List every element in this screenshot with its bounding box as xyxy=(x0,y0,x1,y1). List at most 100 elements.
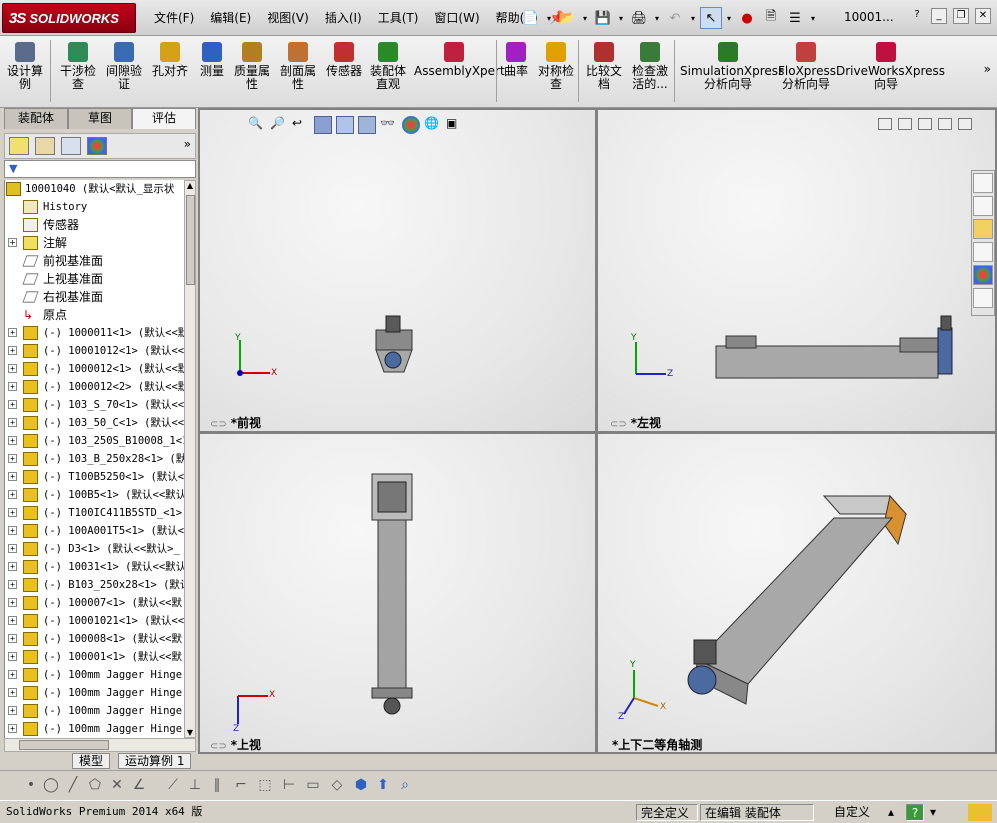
tree-horizontal-scrollbar[interactable] xyxy=(4,738,196,752)
floxpress-button[interactable]: FloXpress 分析向导 xyxy=(778,42,836,91)
tab-motion-study[interactable]: 运动算例 1 xyxy=(118,753,192,769)
assemblyxpert-button[interactable]: AssemblyXpert xyxy=(414,42,505,78)
solidworks-resources-icon[interactable] xyxy=(973,173,993,193)
compare-button[interactable]: 比较文 档 xyxy=(584,42,624,91)
tree-root[interactable]: 10001040 (默认<默认_显示状 xyxy=(5,180,184,198)
move-component-icon[interactable]: ⬆ xyxy=(374,776,392,794)
options-icon[interactable]: ☰ xyxy=(784,7,806,29)
tree-item[interactable]: ↳ 原点 xyxy=(5,306,184,324)
corner-icon[interactable]: ⌐ xyxy=(232,776,250,794)
tab-model[interactable]: 模型 xyxy=(72,753,111,769)
interference-check-button[interactable]: 干涉检 查 xyxy=(58,42,98,91)
circle-icon[interactable]: ◯ xyxy=(42,776,60,794)
tree-item[interactable]: + (-) 100A001T5<1> (默认< xyxy=(5,522,184,540)
assembly-visual-button[interactable]: 装配体 直观 xyxy=(368,42,408,91)
tree-item[interactable]: + (-) 1000012<2> (默认<<默 xyxy=(5,378,184,396)
design-library-icon[interactable] xyxy=(973,196,993,216)
line-icon[interactable]: ╱ xyxy=(64,776,82,794)
options-dropdown[interactable]: ▾ xyxy=(808,14,818,23)
point-icon[interactable]: • xyxy=(22,776,40,794)
tree-item[interactable]: History xyxy=(5,198,184,216)
tree-item[interactable]: + (-) B103_250x28<1> (默认 xyxy=(5,576,184,594)
tree-item[interactable]: 上视基准面 xyxy=(5,270,184,288)
open-dropdown[interactable]: ▾ xyxy=(580,14,590,23)
expand-toggle[interactable]: + xyxy=(8,238,17,247)
link-views-icon[interactable]: ⊂⊃ xyxy=(610,419,627,430)
expand-toggle[interactable]: + xyxy=(8,346,17,355)
tree-item[interactable]: + (-) 1000012<1> (默认<<默 xyxy=(5,360,184,378)
minimize-button[interactable]: _ xyxy=(931,8,947,24)
tree-item[interactable]: + (-) T100B5250<1> (默认< xyxy=(5,468,184,486)
expand-toggle[interactable]: + xyxy=(8,490,17,499)
clearance-button[interactable]: 间隙验 证 xyxy=(104,42,144,91)
appearances-scenes-icon[interactable] xyxy=(973,265,993,285)
tree-item[interactable]: 传感器 xyxy=(5,216,184,234)
tree-item[interactable]: + (-) 103_50_C<1> (默认<< xyxy=(5,414,184,432)
tree-item[interactable]: + (-) 100mm Jagger Hinge xyxy=(5,666,184,684)
polygon-icon[interactable]: ⬠ xyxy=(86,776,104,794)
file-explorer-icon[interactable] xyxy=(973,219,993,239)
select-pointer-icon[interactable]: ↖ xyxy=(700,7,722,29)
expand-toggle[interactable]: + xyxy=(8,634,17,643)
expand-toggle[interactable]: + xyxy=(8,562,17,571)
design-study-button[interactable]: 设计算 例 xyxy=(6,42,44,91)
tree-item[interactable]: + (-) 10031<1> (默认<<默认 xyxy=(5,558,184,576)
tree-item[interactable]: + (-) 100mm Jagger Hinge xyxy=(5,720,184,738)
expand-toggle[interactable]: + xyxy=(8,724,17,733)
expand-toggle[interactable]: + xyxy=(8,616,17,625)
scroll-up-arrow[interactable]: ▲ xyxy=(185,181,195,190)
expand-toggle[interactable]: + xyxy=(8,454,17,463)
save-icon[interactable]: 💾 xyxy=(592,7,614,29)
plane-sketch-icon[interactable]: ◇ xyxy=(328,776,346,794)
link-views-icon[interactable]: ⊂⊃ xyxy=(210,419,227,430)
expand-toggle[interactable]: + xyxy=(8,688,17,697)
tree-item[interactable]: + (-) 10001021<1> (默认<< xyxy=(5,612,184,630)
viewport-minimize-icon[interactable] xyxy=(918,118,932,130)
tree-item[interactable]: + (-) 100001<1> (默认<<默 xyxy=(5,648,184,666)
simulationxpress-button[interactable]: SimulationXpress 分析向导 xyxy=(680,42,784,91)
tree-filter[interactable]: ▼ xyxy=(4,160,196,178)
expand-toggle[interactable]: + xyxy=(8,526,17,535)
open-folder-icon[interactable]: 📂 xyxy=(556,7,578,29)
viewport-front[interactable]: 🔍 🔎 ↩ 👓 🌐 ▣ Y X ⊂⊃ *前视 xyxy=(200,110,595,431)
relation-icon[interactable]: ⊥ xyxy=(186,776,204,794)
tree-item[interactable]: + (-) 100mm Jagger Hinge xyxy=(5,684,184,702)
save-dropdown[interactable]: ▾ xyxy=(616,14,626,23)
graphics-area[interactable]: 🔍 🔎 ↩ 👓 🌐 ▣ Y X ⊂⊃ *前视 Y Z ⊂⊃ *左视 Z X ⊂⊃… xyxy=(198,108,997,754)
filter-icon[interactable]: ▼ xyxy=(9,162,17,175)
tree-item[interactable]: + (-) 100007<1> (默认<<默 xyxy=(5,594,184,612)
rectangle-icon[interactable]: ▭ xyxy=(304,776,322,794)
tree-item[interactable]: + (-) 1000011<1> (默认<<默 xyxy=(5,324,184,342)
viewport-layout2-icon[interactable] xyxy=(898,118,912,130)
expand-toggle[interactable]: + xyxy=(8,328,17,337)
display-manager-icon[interactable] xyxy=(87,137,107,155)
expand-toggle[interactable]: + xyxy=(8,508,17,517)
tab-evaluate[interactable]: 评估 xyxy=(132,108,196,129)
tree-hscroll-thumb[interactable] xyxy=(19,740,109,750)
viewport-left[interactable]: Y Z ⊂⊃ *左视 xyxy=(598,110,995,431)
tree-item[interactable]: + (-) 103_S_70<1> (默认<< xyxy=(5,396,184,414)
symmetry-button[interactable]: 对称检 查 xyxy=(534,42,578,91)
help-question-icon[interactable]: ? xyxy=(909,8,925,24)
print-icon[interactable]: 🖨 xyxy=(628,7,650,29)
section-properties-button[interactable]: 剖面属 性 xyxy=(278,42,318,91)
undo-dropdown[interactable]: ▾ xyxy=(688,14,698,23)
close-button[interactable]: ✕ xyxy=(975,8,991,24)
expand-toggle[interactable]: + xyxy=(8,544,17,553)
menu-edit[interactable]: 编辑(E) xyxy=(202,7,259,29)
menu-tools[interactable]: 工具(T) xyxy=(370,7,427,29)
menu-window[interactable]: 窗口(W) xyxy=(426,7,487,29)
expand-toggle[interactable]: + xyxy=(8,580,17,589)
tree-item[interactable]: + (-) 100mm Jagger Hinge xyxy=(5,702,184,720)
tree-vertical-scrollbar[interactable]: ▲ ▼ xyxy=(184,180,196,738)
tree-item[interactable]: + (-) T100IC411B5STD_<1> xyxy=(5,504,184,522)
expand-toggle[interactable]: + xyxy=(8,382,17,391)
resize-grip-icon[interactable] xyxy=(968,804,992,821)
expand-toggle[interactable]: + xyxy=(8,670,17,679)
curvature-button[interactable]: 曲率 xyxy=(502,42,530,78)
tree-item[interactable]: + (-) D3<1> (默认<<默认>_ xyxy=(5,540,184,558)
view-palette-icon[interactable] xyxy=(973,242,993,262)
select-dropdown[interactable]: ▾ xyxy=(724,14,734,23)
help-status-icon[interactable]: ? xyxy=(906,804,924,821)
snapshot-icon[interactable]: ⌕ xyxy=(396,776,414,794)
